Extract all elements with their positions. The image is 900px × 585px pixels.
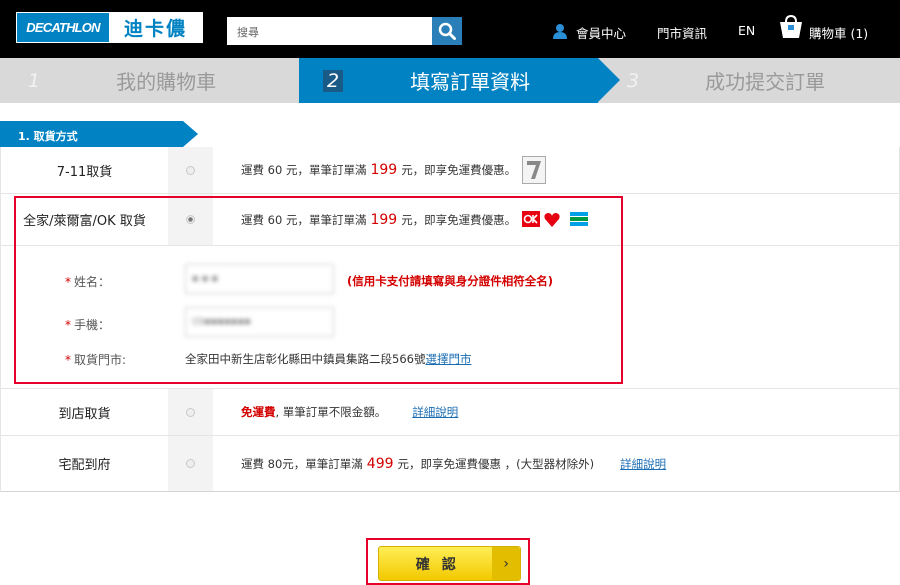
phone-input[interactable] xyxy=(185,307,334,337)
option-desc-711: 運費 60 元，單筆訂單滿 199 元，即享免運費優惠。 xyxy=(241,147,547,193)
option-label-store: 到店取貨 xyxy=(58,406,111,422)
phone-label: * 手機： xyxy=(65,318,111,332)
option-row-store: 到店取貨 免運費 , 單筆訂單不限金額。 詳細說明 xyxy=(1,389,899,436)
store-address: 全家田中新生店彰化縣田中鎮員集路二段566號 xyxy=(185,352,426,366)
free-shipping-text: 免運費 xyxy=(241,405,276,419)
radio-cell xyxy=(168,147,213,193)
step-3-number: 3 xyxy=(627,69,640,92)
option-desc-store: 免運費 , 單筆訂單不限金額。 詳細說明 xyxy=(241,389,458,435)
option-label-home: 宅配到府 xyxy=(58,458,111,473)
option-desc-family: 運費 60 元，單筆訂單滿 199 元，即享免運費優惠。 xyxy=(241,194,592,245)
step-arrow xyxy=(598,58,620,102)
desc-suffix: 元，即享免運費優惠。 xyxy=(401,212,517,227)
step-1-label: 我的購物車 xyxy=(116,70,217,94)
desc-suffix: 元，即享免運費優惠。 xyxy=(401,163,517,177)
option-row-home: 宅配到府 運費 80元，單筆訂單滿 499 元，即享免運費優惠 ，(大型器材除外… xyxy=(1,436,899,491)
checkout-steps: 1 我的購物車 2 填寫訂單資料 3 成功提交訂單 xyxy=(0,58,900,103)
desc-prefix: 運費 60 元，單筆訂單滿 xyxy=(241,212,367,227)
seven-eleven-logo xyxy=(522,156,547,184)
option-label-711: 7-11取貨 xyxy=(56,164,113,180)
step-2: 2 填寫訂單資料 xyxy=(299,58,598,103)
search-input[interactable] xyxy=(227,17,432,45)
name-label: * 姓名： xyxy=(65,275,111,289)
site-header: DECATHLON 迪卡儂 會員中心 門市資訊 EN 購物車 (1) xyxy=(0,0,900,58)
language-link[interactable]: EN xyxy=(738,23,755,38)
free-threshold: 199 xyxy=(370,162,398,178)
radio-store[interactable] xyxy=(186,407,195,417)
decathlon-logo[interactable]: DECATHLON 迪卡儂 xyxy=(16,12,203,43)
step-1-number: 1 xyxy=(28,69,41,92)
store-detail-link[interactable]: 詳細說明 xyxy=(412,404,458,420)
store-info-link[interactable]: 門市資訊 xyxy=(657,23,707,42)
desc-prefix: 運費 60 元，單筆訂單滿 xyxy=(241,163,367,177)
radio-cell xyxy=(168,194,213,245)
option-row-family: 全家/萊爾富/OK 取貨 運費 60 元，單筆訂單滿 199 元，即享免運費優惠… xyxy=(1,194,899,246)
radio-cell xyxy=(168,389,213,435)
search-button[interactable] xyxy=(432,17,462,45)
option-desc-home: 運費 80元，單筆訂單滿 499 元，即享免運費優惠 ，(大型器材除外) 詳細說… xyxy=(241,436,666,491)
cart-icon[interactable] xyxy=(777,14,805,40)
step-3: 3 成功提交訂單 xyxy=(620,58,900,103)
step-3-label: 成功提交訂單 xyxy=(705,70,826,94)
pickup-store: 全家田中新生店彰化縣田中鎮員集路二段566號選擇門市 xyxy=(185,351,471,367)
option-row-711: 7-11取貨 運費 60 元，單筆訂單滿 199 元，即享免運費優惠。 xyxy=(1,147,899,194)
member-icon[interactable] xyxy=(552,23,568,39)
radio-cell xyxy=(168,436,213,491)
desc-text: , 單筆訂單不限金額。 xyxy=(275,405,387,419)
confirm-label: 確認 xyxy=(415,556,468,573)
select-store-link[interactable]: 選擇門市 xyxy=(425,352,471,366)
free-threshold: 499 xyxy=(366,455,394,472)
convenience-store-logos xyxy=(522,209,592,231)
cart-link[interactable]: 購物車 (1) xyxy=(809,23,868,42)
step-2-number: 2 xyxy=(323,69,344,92)
name-hint: (信用卡支付請填寫與身分證件相符全名) xyxy=(347,274,554,288)
name-input[interactable] xyxy=(185,264,334,294)
radio-711[interactable] xyxy=(186,165,195,175)
logo-zh: 迪卡儂 xyxy=(109,13,202,42)
free-threshold: 199 xyxy=(370,211,398,228)
search-icon xyxy=(438,22,456,40)
chevron-right-icon: › xyxy=(492,547,520,580)
step-1: 1 我的購物車 xyxy=(0,58,299,103)
pickup-form: *姓名： (信用卡支付請填寫與身分證件相符全名) *手機： *取貨門市: 全家田… xyxy=(1,246,899,389)
pickup-options-table: 7-11取貨 運費 60 元，單筆訂單滿 199 元，即享免運費優惠。 全家/萊… xyxy=(0,147,900,492)
home-detail-link[interactable]: 詳細說明 xyxy=(620,456,666,472)
radio-family[interactable] xyxy=(186,215,195,224)
desc-prefix: 運費 80元，單筆訂單滿 xyxy=(241,456,363,471)
member-center-link[interactable]: 會員中心 xyxy=(576,23,626,42)
option-label-family: 全家/萊爾富/OK 取貨 xyxy=(23,214,146,229)
store-label: * 取貨門市: xyxy=(65,353,127,367)
section-title: 1. 取貨方式 xyxy=(0,121,198,147)
confirm-button[interactable]: 確認 › xyxy=(378,546,521,581)
logo-en: DECATHLON xyxy=(17,13,109,42)
step-2-label: 填寫訂單資料 xyxy=(410,70,531,94)
radio-home[interactable] xyxy=(186,459,195,468)
desc-suffix: 元，即享免運費優惠 ，(大型器材除外) xyxy=(397,456,595,471)
